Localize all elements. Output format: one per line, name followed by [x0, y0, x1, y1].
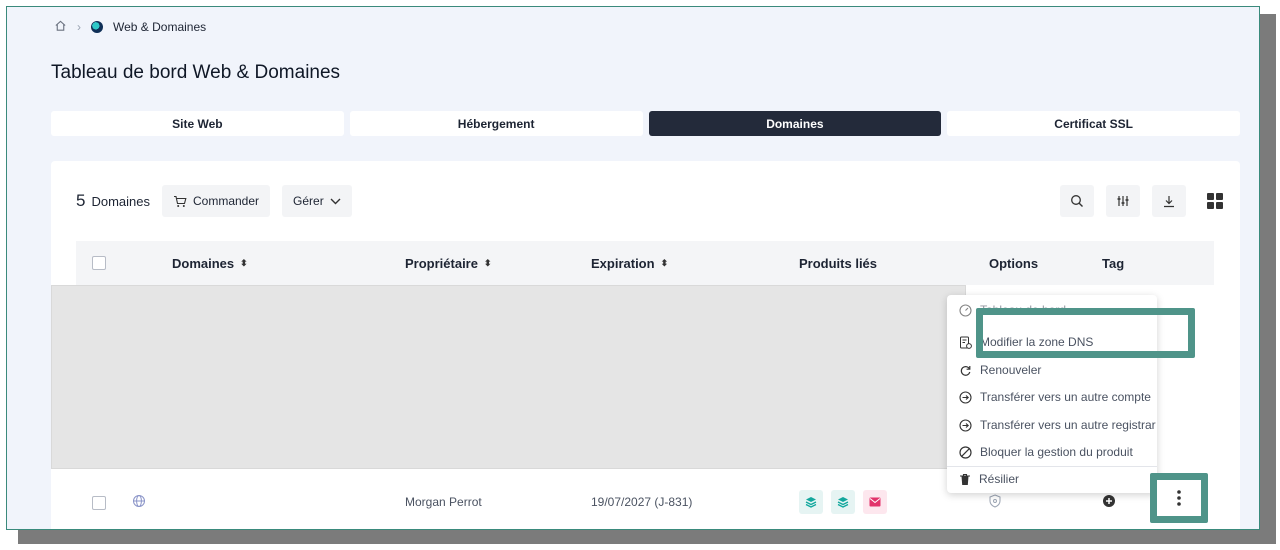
cart-icon — [174, 195, 187, 207]
search-button[interactable] — [1060, 185, 1094, 217]
linked-product-site[interactable] — [831, 490, 855, 514]
dns-highlight-box — [976, 308, 1195, 358]
row-checkbox[interactable] — [92, 496, 106, 510]
menu-item-label: Transférer vers un autre registrar — [980, 418, 1156, 432]
domain-count-label: Domaines — [91, 194, 150, 209]
manage-label: Gérer — [293, 194, 324, 208]
trash-icon — [960, 473, 970, 485]
toolbar: 5 Domaines Commander Gérer — [76, 185, 352, 217]
mail-icon — [869, 497, 881, 507]
search-icon — [1071, 195, 1083, 207]
domain-count: 5 Domaines — [76, 191, 150, 211]
shield-icon — [989, 494, 1001, 511]
sliders-icon — [1117, 196, 1129, 206]
refresh-icon — [960, 365, 971, 376]
menu-item-transfer-account[interactable]: Transférer vers un autre compte — [959, 390, 1151, 404]
header-options: Options — [989, 256, 1038, 271]
header-owner[interactable]: Propriétaire ⬍ — [405, 256, 492, 271]
header-products-label: Produits liés — [799, 256, 878, 271]
order-button[interactable]: Commander — [162, 185, 271, 217]
chevron-right-icon: › — [77, 20, 81, 34]
row-more-button[interactable] — [1150, 473, 1208, 523]
menu-item-label: Résilier — [979, 472, 1020, 486]
dashboard-icon — [959, 303, 972, 317]
block-icon — [959, 445, 972, 459]
chevron-down-icon — [330, 198, 341, 204]
redacted-rows — [51, 285, 966, 469]
tab-certificat-ssl[interactable]: Certificat SSL — [947, 111, 1240, 136]
grid-view-button[interactable] — [1198, 185, 1232, 217]
menu-item-label: Renouveler — [980, 363, 1042, 377]
layers-icon — [805, 497, 817, 508]
tab-bar: Site Web Hébergement Domaines Certificat… — [51, 111, 1240, 136]
tab-site-web[interactable]: Site Web — [51, 111, 344, 136]
app-frame: › Web & Domaines Tableau de bord Web & D… — [6, 6, 1260, 530]
header-tag: Tag — [1102, 256, 1124, 271]
header-domains-label: Domaines — [172, 256, 235, 271]
download-icon — [1164, 196, 1174, 208]
header-expiration[interactable]: Expiration ⬍ — [591, 256, 668, 271]
menu-item-block[interactable]: Bloquer la gestion du produit — [959, 445, 1133, 459]
tab-hebergement[interactable]: Hébergement — [349, 111, 643, 136]
menu-item-label: Bloquer la gestion du produit — [980, 445, 1133, 459]
dns-icon — [960, 336, 972, 349]
order-label: Commander — [193, 194, 260, 208]
menu-item-cancel[interactable]: Résilier — [959, 472, 1019, 486]
header-expiration-label: Expiration — [591, 256, 655, 271]
row-expiration: 19/07/2027 (J-831) — [591, 495, 693, 509]
view-controls — [1060, 185, 1232, 217]
header-options-label: Options — [989, 256, 1039, 271]
filter-button[interactable] — [1106, 185, 1140, 217]
sort-icon: ⬍ — [660, 258, 669, 268]
header-owner-label: Propriétaire — [405, 256, 478, 271]
page-title: Tableau de bord Web & Domaines — [51, 62, 341, 83]
transfer-icon — [959, 390, 972, 404]
header-domains[interactable]: Domaines ⬍ — [172, 256, 248, 271]
menu-divider — [947, 466, 1157, 467]
header-products: Produits liés — [799, 256, 877, 271]
domain-count-number: 5 — [76, 191, 86, 210]
add-tag-icon[interactable] — [1102, 494, 1116, 511]
home-icon[interactable] — [54, 19, 67, 35]
linked-product-hosting[interactable] — [799, 490, 823, 514]
layers-icon — [837, 497, 849, 508]
menu-item-transfer-registrar[interactable]: Transférer vers un autre registrar — [959, 418, 1156, 432]
menu-item-label: Transférer vers un autre compte — [980, 390, 1151, 404]
row-owner: Morgan Perrot — [405, 495, 482, 509]
header-tag-label: Tag — [1102, 256, 1125, 271]
download-button[interactable] — [1152, 185, 1186, 217]
brand-logo-icon — [91, 21, 103, 33]
grid-icon — [1207, 193, 1223, 209]
linked-product-mail[interactable] — [863, 490, 887, 514]
sort-icon: ⬍ — [240, 258, 248, 268]
select-all-checkbox[interactable] — [92, 256, 106, 270]
manage-dropdown[interactable]: Gérer — [282, 185, 352, 217]
breadcrumb: › Web & Domaines — [54, 19, 206, 35]
table-header: Domaines ⬍ Propriétaire ⬍ Expiration ⬍ Prod… — [76, 241, 1214, 285]
globe-icon — [132, 494, 146, 511]
more-vertical-icon — [1177, 490, 1181, 506]
transfer-icon — [959, 418, 972, 432]
breadcrumb-current[interactable]: Web & Domaines — [113, 20, 206, 34]
sort-icon: ⬍ — [483, 258, 492, 268]
menu-item-renew[interactable]: Renouveler — [959, 363, 1041, 377]
tab-domaines[interactable]: Domaines — [648, 111, 942, 136]
